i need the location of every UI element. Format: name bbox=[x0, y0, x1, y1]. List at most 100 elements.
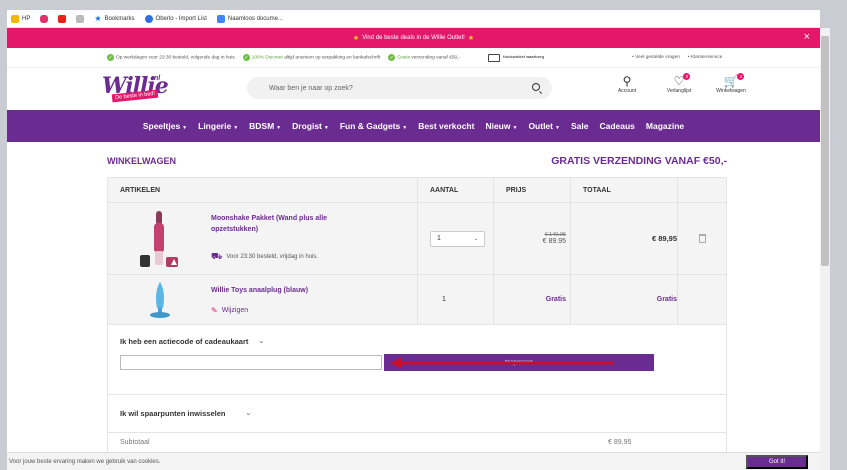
nav-item-bdsm[interactable]: BDSM ▼ bbox=[249, 121, 281, 131]
promo-banner[interactable]: ★ Vind de beste deals in de Willie Outle… bbox=[7, 28, 820, 48]
price-cell: Gratis bbox=[494, 275, 571, 324]
usp-text: verzending vanaf €50,- bbox=[411, 55, 461, 61]
cookie-text: Voor jouw beste ervaring maken we gebrui… bbox=[9, 458, 161, 465]
oberlo-icon bbox=[144, 14, 153, 23]
account-button[interactable]: ⚲ Account bbox=[612, 74, 642, 94]
total-cell: Gratis bbox=[571, 275, 678, 324]
nav-item-magazine[interactable]: Magazine bbox=[646, 121, 684, 131]
usp-item: ✓ Gratis verzending vanaf €50,- bbox=[388, 54, 460, 61]
logo-suffix: nl bbox=[154, 75, 161, 82]
customer-service-label: Klantenservice bbox=[690, 55, 723, 60]
quantity-select[interactable]: 1 ⌄ bbox=[430, 230, 485, 247]
product-info: Willie Toys anaalplug (blauw) ✎ Wijzigen bbox=[211, 275, 361, 315]
usp-text: altijd anoniem op verpakking en bankafsc… bbox=[284, 55, 381, 61]
coupon-code-input[interactable] bbox=[120, 355, 382, 370]
wishlist-count-badge: 0 bbox=[683, 73, 691, 80]
current-price: Gratis bbox=[545, 296, 566, 303]
points-toggle[interactable]: Ik wil spaarpunten inwisselen ⌄ bbox=[120, 409, 251, 418]
page-header: WINKELWAGEN GRATIS VERZENDING VANAF €50,… bbox=[107, 145, 727, 177]
check-icon: ✓ bbox=[242, 54, 250, 61]
cart-button[interactable]: 🛒 2 Winkelwagen bbox=[716, 73, 746, 94]
nav-item-fun-gadgets[interactable]: Fun & Gadgets ▼ bbox=[340, 121, 407, 131]
quantity-cell: 1 ⌄ bbox=[418, 203, 494, 274]
search-icon[interactable] bbox=[532, 83, 540, 91]
cookie-banner: Voor jouw beste ervaring maken we gebrui… bbox=[7, 452, 820, 470]
site-logo[interactable]: Willie nl De beste in bed! bbox=[102, 73, 169, 105]
browser-window: HP ★ Bookmarks Oberlo - Import List Naaml… bbox=[7, 10, 820, 470]
plug-product-image bbox=[149, 281, 170, 318]
nav-item-outlet[interactable]: Outlet ▼ bbox=[528, 121, 560, 131]
accept-cookies-button[interactable]: Got it! bbox=[746, 455, 808, 469]
chevron-down-icon: ⌄ bbox=[473, 235, 478, 242]
product-name-link[interactable]: Moonshake Pakket (Wand plus alle opzetst… bbox=[211, 213, 361, 235]
price-cell: € 149.95 € 89.95 bbox=[494, 203, 571, 274]
chevron-down-icon: ▼ bbox=[233, 125, 239, 131]
coupon-toggle[interactable]: Ik heb een actiecode of cadeaukaart ⌄ bbox=[120, 337, 264, 346]
scrollbar-thumb[interactable] bbox=[821, 36, 829, 266]
coupon-label: Ik heb een actiecode of cadeaukaart bbox=[120, 337, 249, 346]
chevron-down-icon: ▼ bbox=[182, 125, 188, 131]
service-links: • Veel gestelde vragen • Klantenservice bbox=[632, 55, 722, 60]
nav-item-sale[interactable]: Sale bbox=[571, 121, 589, 131]
nav-item-cadeaus[interactable]: Cadeaus bbox=[599, 121, 634, 131]
truck-icon: ⛟ bbox=[211, 251, 223, 261]
chevron-down-icon: ▼ bbox=[512, 125, 518, 131]
usp-highlight: 100% Discreet bbox=[251, 55, 283, 61]
subtotal-label: Subtotaal bbox=[120, 439, 150, 446]
faq-link[interactable]: • Veel gestelde vragen bbox=[632, 55, 680, 60]
actions-cell bbox=[678, 275, 726, 324]
nav-label: Best verkocht bbox=[418, 121, 475, 131]
edit-link[interactable]: ✎ Wijzigen bbox=[211, 306, 361, 315]
trash-icon[interactable] bbox=[698, 234, 706, 243]
bookmark-youtube[interactable] bbox=[58, 14, 67, 23]
customer-service-link[interactable]: • Klantenservice bbox=[688, 55, 722, 60]
bookmark-doc[interactable]: Naamloos docume... bbox=[216, 14, 283, 23]
coupon-section: Ik heb een actiecode of cadeaukaart ⌄ to… bbox=[107, 325, 727, 395]
close-icon[interactable]: × bbox=[804, 31, 810, 43]
page-scrollbar[interactable] bbox=[820, 28, 830, 470]
bookmark-instagram[interactable] bbox=[40, 14, 49, 23]
product-image[interactable] bbox=[108, 203, 211, 274]
search-bar[interactable]: Waar ben je naar op zoek? bbox=[247, 77, 552, 99]
nav-item-lingerie[interactable]: Lingerie ▼ bbox=[198, 121, 238, 131]
quantity-value: 1 bbox=[437, 235, 441, 242]
column-header-quantity: AANTAL bbox=[418, 178, 494, 202]
chevron-down-icon: ▼ bbox=[402, 125, 408, 131]
product-name-link[interactable]: Willie Toys anaalplug (blauw) bbox=[211, 285, 361, 296]
annotation-arrow-icon bbox=[390, 357, 614, 369]
usp-item: ✓ Op werkdagen voor 23:30 besteld, volgen… bbox=[107, 54, 235, 61]
nav-item-best-verkocht[interactable]: Best verkocht bbox=[418, 121, 474, 131]
docs-icon bbox=[216, 14, 225, 23]
thuiswinkel-logo[interactable]: thuiswinkel waarborg bbox=[488, 53, 544, 62]
subtotal-row: Subtotaal € 89,95 bbox=[107, 433, 727, 453]
nav-item-drogist[interactable]: Drogist ▼ bbox=[292, 121, 329, 131]
account-label: Account bbox=[617, 88, 637, 94]
cart-item-cell: Willie Toys anaalplug (blauw) ✎ Wijzigen bbox=[108, 275, 418, 324]
nav-item-nieuw[interactable]: Nieuw ▼ bbox=[485, 121, 517, 131]
actions-cell bbox=[678, 203, 726, 274]
nav-item-speeltjes[interactable]: Speeltjes ▼ bbox=[143, 121, 187, 131]
bookmark-label: Bookmarks bbox=[104, 15, 135, 22]
wishlist-button[interactable]: ♡ 0 Verlanglijst bbox=[664, 73, 694, 94]
user-icon: ⚲ bbox=[622, 74, 632, 88]
cart-item-cell: Moonshake Pakket (Wand plus alle opzetst… bbox=[108, 203, 418, 274]
usp-highlight: Gratis bbox=[397, 55, 411, 61]
star-icon: ★ bbox=[467, 35, 475, 42]
nav-label: Cadeaus bbox=[599, 121, 635, 131]
main-nav: Speeltjes ▼ Lingerie ▼ BDSM ▼ Drogist ▼ Fun … bbox=[7, 110, 820, 142]
usp-bar: ✓ Op werkdagen voor 23:30 besteld, volgen… bbox=[7, 48, 820, 68]
table-row: Moonshake Pakket (Wand plus alle opzetst… bbox=[108, 202, 726, 274]
accept-cookies-label: Got it! bbox=[768, 459, 785, 465]
nav-label: Magazine bbox=[645, 121, 685, 131]
nav-label: Nieuw bbox=[485, 121, 511, 131]
bookmark-bookmarks[interactable]: ★ Bookmarks bbox=[94, 14, 134, 23]
bookmark-label: Naamloos docume... bbox=[227, 15, 283, 22]
nav-label: Lingerie bbox=[198, 121, 232, 131]
product-image[interactable] bbox=[108, 275, 211, 324]
chevron-down-icon: ⌄ bbox=[245, 410, 252, 417]
cart-label: Winkelwagen bbox=[716, 88, 746, 94]
bookmark-oberlo[interactable]: Oberlo - Import List bbox=[144, 14, 207, 23]
bookmark-hp[interactable]: HP bbox=[11, 14, 30, 23]
bookmark-generic[interactable] bbox=[76, 14, 85, 23]
chevron-down-icon: ⌄ bbox=[258, 338, 265, 345]
